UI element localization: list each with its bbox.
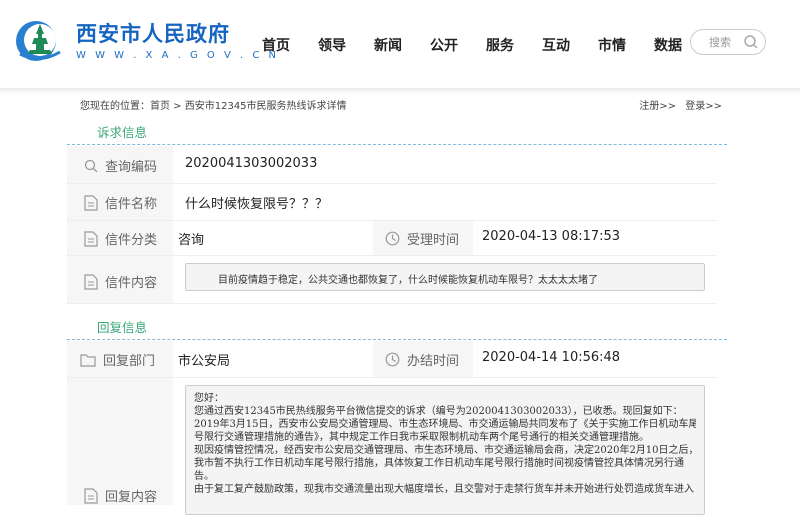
auth-links: 注册>> 登录>> [633, 97, 722, 112]
reply-section-title: 回复信息 [97, 320, 148, 335]
site-logo[interactable]: 西安市人民政府 W W W . X A . G O V . C N [14, 18, 279, 64]
letter-content-text: 目前疫情趋于稳定，公共交通也都恢复了，什么时候能恢复机动车限号？太太太太堵了 [218, 275, 598, 286]
content-label: 信件内容 [84, 272, 157, 291]
letter-name-value: 什么时候恢复限号？？？ [185, 197, 329, 212]
accept-time-label: 受理时间 [385, 229, 459, 248]
reply-line: 由于复工复产鼓励政策，现我市交通流量出现大幅度增长，且交警对于走禁行货车并未开始… [194, 484, 694, 495]
clock-icon [385, 352, 400, 367]
search-placeholder: 搜索 [709, 36, 731, 49]
header-divider [0, 88, 800, 94]
letter-content-box: 目前疫情趋于稳定，公共交通也都恢复了，什么时候能恢复机动车限号？太太太太堵了 [185, 263, 705, 291]
nav-news[interactable]: 新闻 [374, 35, 402, 55]
done-time-value: 2020-04-14 10:56:48 [482, 350, 621, 365]
main-nav: 首页 领导 新闻 公开 服务 互动 市情 数据 [262, 35, 710, 55]
category-label: 信件分类 [84, 229, 157, 248]
folder-icon [80, 353, 96, 367]
nav-services[interactable]: 服务 [486, 35, 514, 55]
reply-content-box: 您好： 您通过西安12345市民热线服务平台微信提交的诉求（编号为2020041… [185, 385, 705, 515]
reply-line: 我市暂不执行工作日机动车尾号限行措施，具体恢复工作日机动车尾号限行措施时间视疫情… [194, 458, 684, 469]
category-value: 咨询 [178, 233, 205, 248]
dept-value: 市公安局 [178, 354, 231, 369]
nav-data[interactable]: 数据 [654, 35, 682, 55]
done-time-label: 办结时间 [385, 350, 459, 369]
query-code-label: 查询编码 [84, 156, 157, 175]
site-header: 西安市人民政府 W W W . X A . G O V . C N 首页 领导 … [0, 0, 800, 90]
section-divider [67, 144, 727, 145]
appeal-section-title: 诉求信息 [97, 125, 148, 140]
document-icon [84, 273, 98, 290]
accept-time-value: 2020-04-13 08:17:53 [482, 229, 621, 244]
xian-tower-logo-icon [14, 18, 66, 64]
search-icon[interactable] [743, 34, 759, 53]
login-link[interactable]: 登录>> [685, 101, 722, 112]
search-input[interactable]: 搜索 [690, 29, 766, 55]
register-link[interactable]: 注册>> [639, 101, 676, 112]
site-url: W W W . X A . G O V . C N [76, 50, 279, 61]
reply-line: 号限行交通管理措施的通告》，其中规定工作日我市采取限制机动车两个尾号通行的相关交… [194, 432, 649, 443]
nav-home[interactable]: 首页 [262, 35, 290, 55]
reply-line: 现因疫情管控情况，经西安市公安局交通管理局、市生态环境局、市交通运输局会商，决定… [194, 445, 696, 456]
reply-line: 告。 [194, 471, 214, 482]
site-title: 西安市人民政府 [76, 22, 230, 46]
document-icon [84, 194, 98, 211]
row-divider [67, 303, 717, 304]
nav-city-info[interactable]: 市情 [598, 35, 626, 55]
document-icon [84, 230, 98, 247]
clock-icon [385, 231, 400, 246]
nav-public[interactable]: 公开 [430, 35, 458, 55]
document-icon [84, 487, 98, 504]
breadcrumb: 您现在的位置：首页 > 西安市12345市民服务热线诉求详情 [80, 101, 347, 112]
reply-line: 2019年3月15日，西安市公安局交通管理局、市生态环境局、市交通运输局共同发布… [194, 419, 696, 430]
dept-label: 回复部门 [80, 350, 155, 369]
query-code-value: 2020041303002033 [185, 156, 318, 171]
reply-line: 您好： [194, 393, 224, 404]
search-icon [84, 159, 98, 172]
nav-leaders[interactable]: 领导 [318, 35, 346, 55]
section-divider [67, 339, 727, 340]
nav-interaction[interactable]: 互动 [542, 35, 570, 55]
letter-name-label: 信件名称 [84, 193, 157, 212]
reply-line: 您通过西安12345市民热线服务平台微信提交的诉求（编号为20200413030… [194, 406, 683, 417]
reply-content-label: 回复内容 [84, 486, 157, 505]
